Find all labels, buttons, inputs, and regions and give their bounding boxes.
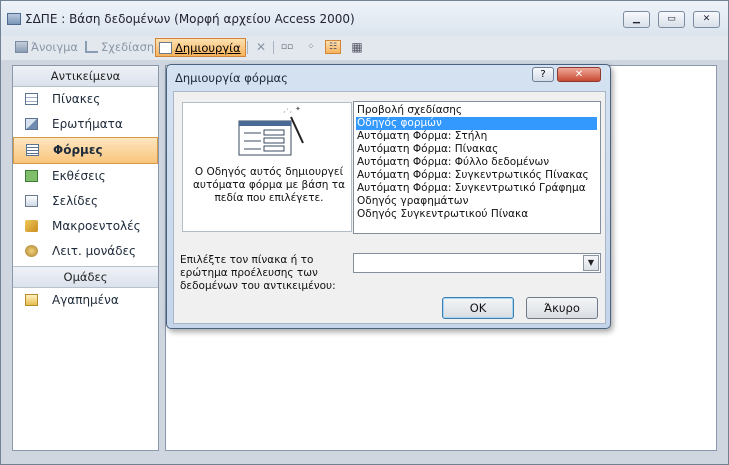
new-button[interactable]: Δημιουργία [155,38,246,57]
form-icon [26,144,39,156]
chevron-down-icon: ▼ [587,258,595,267]
sidebar-item-label: Φόρμες [53,143,103,157]
sidebar-item-label: Λειτ. μονάδες [52,244,137,258]
design-icon [85,41,98,53]
sidebar-item-reports[interactable]: Εκθέσεις [13,164,158,189]
form-type-list[interactable]: Προβολή σχεδίασης Οδηγός φορμών Αυτόματη… [353,101,601,234]
minimize-icon: ▁ [633,14,640,24]
dialog-body: ·˙· ✦ Ο Οδηγός αυτός δημιουργεί αυτόματα… [173,91,606,324]
new-form-dialog: Δημιουργία φόρμας ? ✕ ·˙· ✦ Ο Οδηγός αυτ… [166,64,611,329]
toolbar-separator [273,41,274,54]
sidebar-item-pages[interactable]: Σελίδες [13,189,158,214]
open-button[interactable]: Άνοιγμα [13,38,78,57]
large-icons-icon[interactable]: ▫▫ [279,40,295,54]
sidebar-item-macros[interactable]: Μακροεντολές [13,214,158,239]
list-item[interactable]: Αυτόματη Φόρμα: Συγκεντρωτικό Γράφημα [356,182,597,195]
list-item[interactable]: Αυτόματη Φόρμα: Συγκεντρωτικός Πίνακας [356,169,597,182]
ok-button[interactable]: OK [442,297,514,319]
favorites-icon [25,294,38,306]
small-icons-icon[interactable]: ⁘ [303,40,319,54]
new-form-icon [159,42,172,54]
objects-sidebar: Αντικείμενα Πίνακες Ερωτήματα Φόρμες Εκθ… [12,65,159,451]
svg-text:✦: ✦ [295,105,301,113]
window-title: ΣΔΠΕ : Βάση δεδομένων (Μορφή αρχείου Acc… [25,12,355,26]
title-bar[interactable]: ΣΔΠΕ : Βάση δεδομένων (Μορφή αρχείου Acc… [1,1,728,36]
sidebar-item-label: Πίνακες [52,92,101,106]
wizard-description: Ο Οδηγός αυτός δημιουργεί αυτόματα φόρμα… [192,166,346,204]
database-icon [7,13,21,25]
form-wizard-icon: ·˙· ✦ [238,105,304,156]
toolbar-separator [247,41,248,54]
close-button[interactable]: ✕ [693,11,720,28]
dialog-close-button[interactable]: ✕ [557,67,601,82]
sidebar-item-label: Σελίδες [52,194,99,208]
sidebar-item-label: Αγαπημένα [52,293,119,307]
list-item-selected[interactable]: Οδηγός φορμών [356,117,597,130]
list-item[interactable]: Οδηγός Συγκεντρωτικού Πίνακα [356,208,597,221]
close-icon: ✕ [702,14,711,24]
macro-icon [25,220,38,232]
toolbar: Άνοιγμα Σχεδίαση Δημιουργία ✕ ▫▫ ⁘ ☷ ▦ [1,36,728,60]
query-icon [25,118,38,130]
minimize-button[interactable]: ▁ [623,11,650,28]
open-label: Άνοιγμα [31,40,79,54]
list-item[interactable]: Οδηγός γραφημάτων [356,195,597,208]
close-icon: ✕ [574,69,584,80]
sidebar-item-label: Ερωτήματα [52,117,123,131]
open-icon [15,41,28,53]
sidebar-item-modules[interactable]: Λειτ. μονάδες [13,239,158,264]
dialog-title: Δημιουργία φόρμας [175,71,288,85]
new-label: Δημιουργία [175,41,241,55]
sidebar-item-label: Μακροεντολές [52,219,141,233]
list-view-icon[interactable]: ☷ [325,40,341,54]
sidebar-item-forms[interactable]: Φόρμες [13,137,158,164]
source-label: Επιλέξτε τον πίνακα ή το ερώτημα προέλευ… [180,254,336,292]
maximize-button[interactable]: ▭ [658,11,685,28]
dropdown-button[interactable]: ▼ [583,255,599,271]
maximize-icon: ▭ [667,14,676,24]
cancel-button[interactable]: Άκυρο [526,297,598,319]
list-item[interactable]: Αυτόματη Φόρμα: Φύλλο δεδομένων [356,156,597,169]
page-icon [25,195,38,207]
table-icon [25,93,38,105]
help-button[interactable]: ? [532,67,554,82]
list-item[interactable]: Αυτόματη Φόρμα: Πίνακας [356,143,597,156]
objects-header: Αντικείμενα [13,66,158,87]
module-icon [25,245,38,257]
wizard-preview: ·˙· ✦ Ο Οδηγός αυτός δημιουργεί αυτόματα… [182,102,352,232]
report-icon [25,170,38,182]
sidebar-item-tables[interactable]: Πίνακες [13,87,158,112]
sidebar-item-queries[interactable]: Ερωτήματα [13,112,158,137]
help-icon: ? [540,69,546,80]
groups-header[interactable]: Ομάδες [13,266,158,288]
list-item[interactable]: Αυτόματη Φόρμα: Στήλη [356,130,597,143]
sidebar-item-favorites[interactable]: Αγαπημένα [13,288,158,313]
source-combobox[interactable]: ▼ [353,253,601,273]
list-item[interactable]: Προβολή σχεδίασης [356,104,597,117]
design-label: Σχεδίαση [101,40,155,54]
sidebar-item-label: Εκθέσεις [52,169,106,183]
svg-text:·˙·: ·˙· [283,108,292,117]
details-view-icon[interactable]: ▦ [349,40,365,54]
delete-icon[interactable]: ✕ [253,40,269,54]
design-button[interactable]: Σχεδίαση [83,38,154,57]
